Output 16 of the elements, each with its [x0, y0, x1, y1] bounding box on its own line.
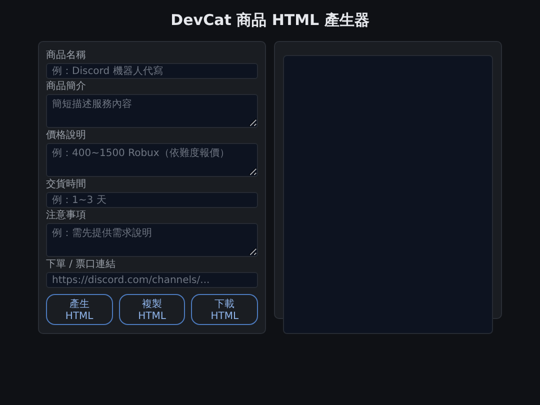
- text-area[interactable]: 簡短描述服務內容: [46, 94, 258, 128]
- action-button[interactable]: 下載 HTML: [191, 294, 258, 325]
- action-button[interactable]: 複製 HTML: [118, 294, 186, 325]
- field-label: 下單 / 票口連結: [46, 259, 117, 271]
- field-label: 商品名稱: [46, 50, 87, 62]
- input-field[interactable]: 例：1~3 天: [46, 192, 258, 208]
- field-label: 價格說明: [46, 130, 87, 142]
- field-label: 交貨時間: [46, 179, 87, 191]
- action-button[interactable]: 產生 HTML: [46, 294, 113, 325]
- field-label: 注意事項: [46, 210, 87, 222]
- text-area[interactable]: 例：400~1500 Robux（依難度報價）: [46, 143, 258, 177]
- text-area[interactable]: 例：需先提供需求說明: [46, 223, 258, 257]
- input-field[interactable]: https://discord.com/channels/...: [46, 272, 258, 288]
- page-title: DevCat 商品 HTML 產生器: [170, 10, 370, 30]
- input-field[interactable]: 例：Discord 機器人代寫: [46, 63, 258, 79]
- field-label: 商品簡介: [46, 81, 87, 93]
